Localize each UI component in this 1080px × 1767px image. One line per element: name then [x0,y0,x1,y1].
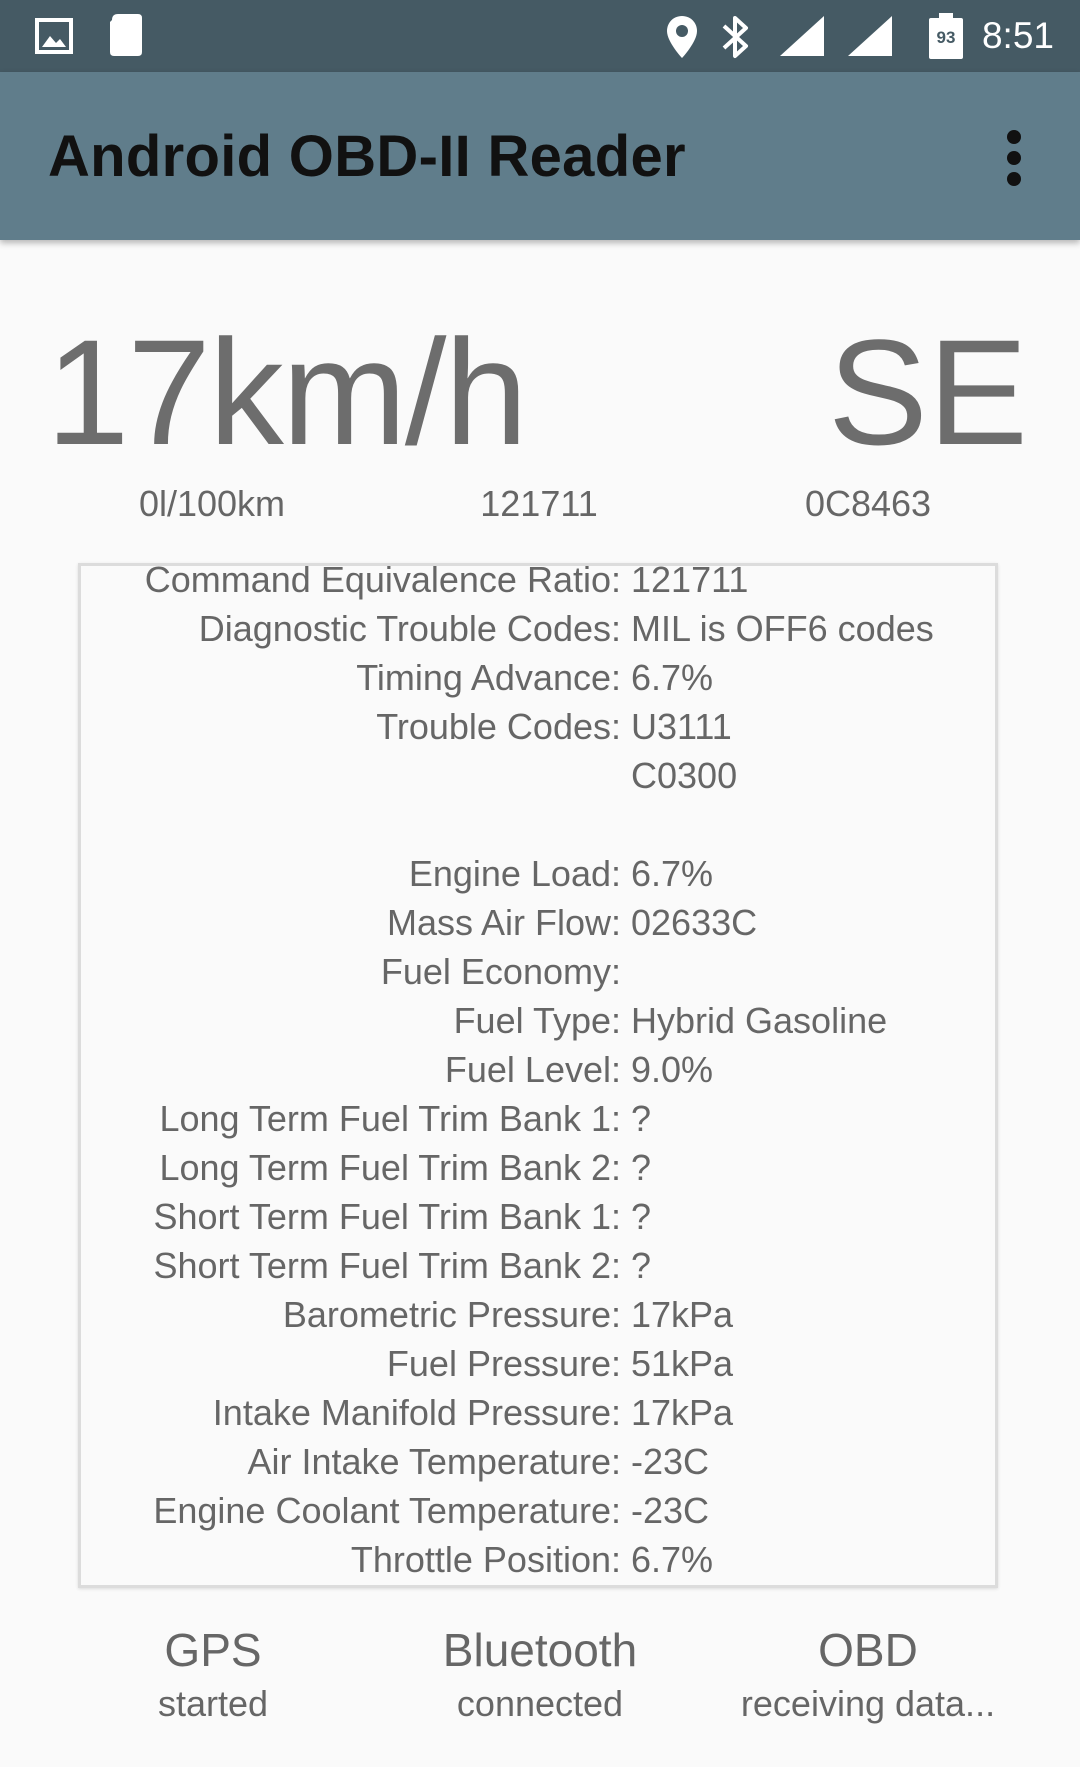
direction-readout: SE [827,308,1028,476]
data-row: Trouble Codes: U3111 C0300 [81,702,995,849]
signal-icon [848,16,892,56]
data-row-label: Air Intake Temperature: [247,1441,621,1482]
data-row-value: 121711 [631,563,749,600]
data-row: Long Term Fuel Trim Bank 2:? [81,1143,995,1192]
data-row-label: Engine Load: [408,853,621,894]
data-row-value: ? [631,1245,652,1286]
data-row-label: Mass Air Flow: [386,902,621,943]
data-row: Engine Load: 6.7% [81,849,995,898]
data-row-label: Diagnostic Trouble Codes: [198,608,621,649]
data-row-value: 51kPa [631,1343,734,1384]
data-row-value: -23C [631,1441,710,1482]
data-row: Command Equivalence Ratio: 121711 [81,563,995,604]
data-row-value: 6.7% [631,657,714,698]
data-row: Short Term Fuel Trim Bank 1:? [81,1192,995,1241]
status-bar: 93 8:51 [0,0,1080,72]
data-row-label: Fuel Type: [453,1000,621,1041]
speed-readout: 17km/h [46,308,528,476]
data-row: Fuel Level: 9.0% [81,1045,995,1094]
data-row: Diagnostic Trouble Codes: MIL is OFF6 cod… [81,604,995,653]
data-row-label: Engine Coolant Temperature: [153,1490,621,1531]
data-row-value: ? [631,1147,652,1188]
data-row: Engine Coolant Temperature: -23C [81,1486,995,1535]
data-row-value: -23C [631,1490,710,1531]
data-row: Air Intake Temperature: -23C [81,1437,995,1486]
data-row-label: Fuel Pressure: [386,1343,621,1384]
data-row-label: Command Equivalence Ratio: [144,563,621,600]
battery-level: 93 [936,28,956,47]
data-row-value: U3111 C0300 [631,706,738,796]
data-row: Throttle Position: 6.7% [81,1535,995,1584]
data-row-value [631,947,995,996]
data-row: Fuel Type: Hybrid Gasoline [81,996,995,1045]
data-row-value: MIL is OFF6 codes [631,608,934,649]
app-title: Android OBD-II Reader [48,124,686,189]
data-row-value: 17kPa [631,1294,734,1335]
data-row-label: Timing Advance: [356,657,621,698]
image-icon [35,18,73,54]
data-row: Timing Advance: 6.7% [81,653,995,702]
gps-status: GPS started [33,1622,393,1730]
right-readout: 0C8463 [804,483,932,524]
data-row-value: 6.7% [631,1539,714,1580]
data-row-value: ? [631,1098,652,1139]
bluetooth-title: Bluetooth [442,1624,638,1676]
obd-status: OBD receiving data... [688,1622,1048,1730]
data-row-label: Long Term Fuel Trim Bank 1: [159,1098,621,1139]
signal-icon [780,16,824,56]
data-row: Long Term Fuel Trim Bank 1:? [81,1094,995,1143]
gps-state: started [157,1683,269,1724]
data-row-value: 6.7% [631,853,714,894]
data-row: Short Term Fuel Trim Bank 2:? [81,1241,995,1290]
data-row-label: Fuel Level: [444,1049,621,1090]
obd-data-list: Ambient Air Temperature:-23CCommand Equi… [81,563,995,1584]
status-time: 8:51 [981,15,1054,56]
middle-readout: 121711 [480,483,598,524]
bluetooth-icon [722,16,748,58]
data-row-label: Barometric Pressure: [282,1294,621,1335]
data-row-value: Hybrid Gasoline [631,1000,888,1041]
data-row-label: Trouble Codes: [376,706,621,747]
data-row-value: 17kPa [631,1392,734,1433]
data-row-label: Short Term Fuel Trim Bank 1: [153,1196,622,1237]
data-row: Fuel Economy: [81,947,995,996]
app-bar: Android OBD-II Reader [0,72,1080,240]
overflow-menu-icon[interactable] [996,128,1032,188]
data-row-label: Intake Manifold Pressure: [212,1392,621,1433]
bluetooth-status: Bluetooth connected [360,1622,720,1730]
data-row-label: Short Term Fuel Trim Bank 2: [153,1245,622,1286]
data-row-label: Throttle Position: [350,1539,621,1580]
sd-card-icon [110,14,142,56]
bluetooth-state: connected [456,1683,624,1724]
data-row-label: Fuel Economy: [380,951,621,992]
data-row: Intake Manifold Pressure: 17kPa [81,1388,995,1437]
data-row: Barometric Pressure: 17kPa [81,1290,995,1339]
location-icon [667,16,697,58]
data-row: Fuel Pressure: 51kPa [81,1339,995,1388]
gps-title: GPS [164,1624,262,1676]
data-row-label: Long Term Fuel Trim Bank 2: [159,1147,621,1188]
data-row-value: ? [631,1196,652,1237]
obd-data-panel[interactable]: Ambient Air Temperature:-23CCommand Equi… [78,563,998,1588]
data-row-value: 02633C [631,902,758,943]
obd-state: receiving data... [740,1683,996,1724]
fuel-consumption-readout: 0l/100km [138,483,286,524]
data-row: Mass Air Flow: 02633C [81,898,995,947]
data-row-value: 9.0% [631,1049,714,1090]
obd-title: OBD [818,1624,918,1676]
